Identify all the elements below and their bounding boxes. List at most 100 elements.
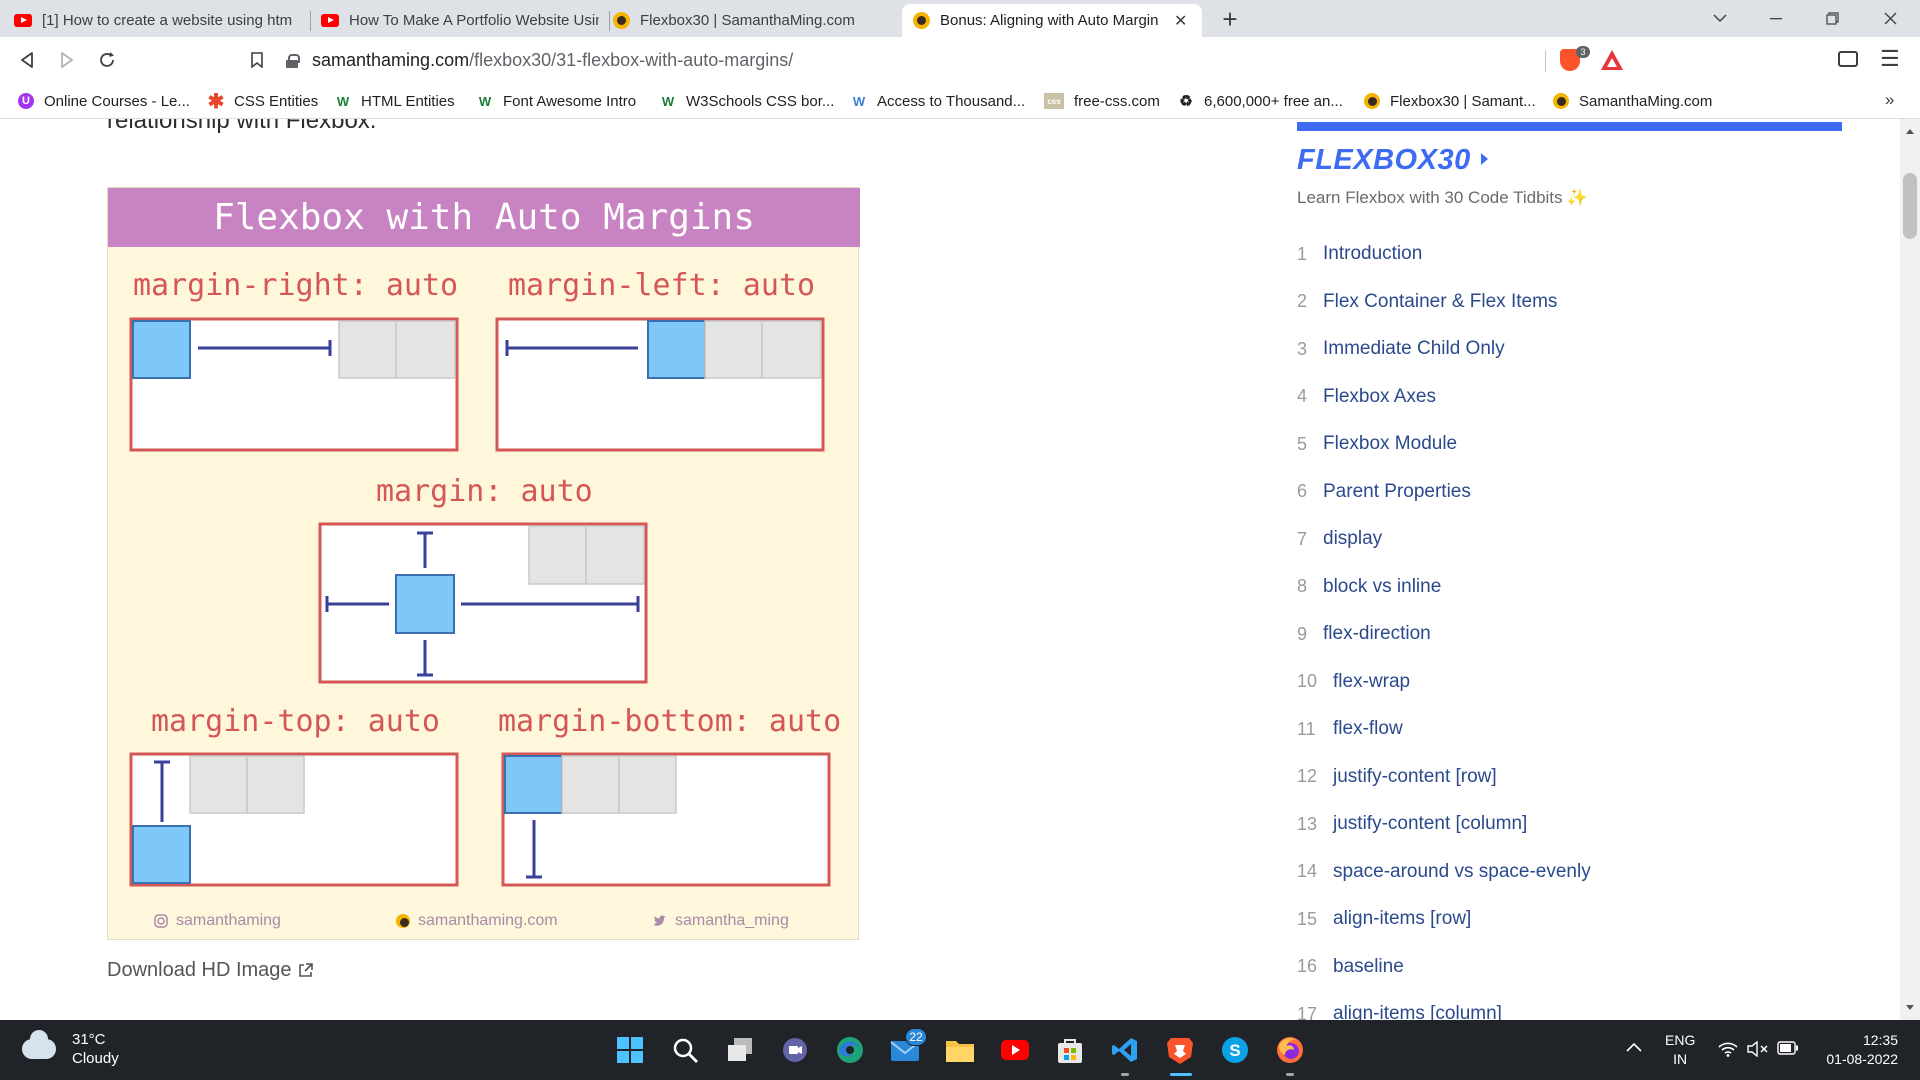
toc-item[interactable]: 6 Parent Properties [1297, 477, 1471, 507]
page-scrollbar[interactable] [1900, 119, 1920, 1020]
brave-browser-button[interactable] [1162, 1032, 1198, 1068]
download-label: Download HD Image [107, 959, 292, 981]
w3-icon: W [336, 93, 350, 109]
bookmarks-bar: U Online Courses - Le... ✱ CSS Entities … [0, 84, 1920, 119]
brave-rewards-icon[interactable] [1601, 50, 1623, 70]
instagram-handle: samanthaming [176, 912, 281, 929]
bookmark-item[interactable]: W W3Schools CSS bor... [660, 89, 835, 113]
minimize-button[interactable] [1748, 0, 1804, 37]
download-hd-image-link[interactable]: Download HD Image [107, 959, 313, 982]
recycle-icon: ♻ [1179, 93, 1193, 110]
close-window-button[interactable] [1862, 0, 1918, 37]
label-margin-left: margin-left: auto [508, 268, 816, 303]
toc-item[interactable]: 4 Flexbox Axes [1297, 382, 1436, 412]
bookmark-item[interactable]: W HTML Entities [335, 89, 455, 113]
tab-search-icon[interactable] [1692, 0, 1748, 37]
firefox-button[interactable] [1272, 1032, 1308, 1068]
scroll-up-arrow-icon[interactable] [1906, 129, 1914, 134]
task-view-button[interactable] [722, 1032, 758, 1068]
toc-label: flex-flow [1333, 718, 1403, 739]
wallet-icon[interactable] [1838, 51, 1858, 67]
bookmark-item[interactable]: ♻ 6,600,000+ free an... [1178, 89, 1343, 113]
vscode-button[interactable] [1107, 1032, 1143, 1068]
toc-item[interactable]: 14 space-around vs space-evenly [1297, 857, 1591, 887]
forward-button[interactable] [52, 45, 82, 75]
sidebar-subtitle-text: Learn Flexbox with 30 Code Tidbits [1297, 188, 1563, 207]
label-margin-bottom: margin-bottom: auto [498, 704, 842, 739]
store-button[interactable] [1052, 1032, 1088, 1068]
bookmark-label: SamanthaMing.com [1579, 92, 1713, 110]
weather-widget[interactable]: 31°C Cloudy [22, 1030, 119, 1068]
toc-number: 12 [1297, 766, 1318, 786]
scrollbar-thumb[interactable] [1903, 173, 1917, 239]
toc-label: block vs inline [1323, 575, 1442, 597]
toc-item[interactable]: 17 align-items [column] [1297, 999, 1502, 1020]
w3-icon: W [661, 93, 675, 109]
toc-item[interactable]: 7 display [1297, 524, 1382, 554]
bookmark-label: Font Awesome Intro [503, 92, 637, 110]
bookmark-item[interactable]: SamanthaMing.com [1553, 89, 1712, 113]
volume-muted-icon[interactable] [1747, 1040, 1769, 1062]
store-icon [1058, 1039, 1082, 1063]
address-bar[interactable]: samanthaming.com/flexbox30/31-flexbox-wi… [286, 44, 1632, 77]
tab-4-active[interactable]: Bonus: Aligning with Auto Margin ✕ [902, 4, 1202, 37]
file-explorer-button[interactable] [942, 1032, 978, 1068]
twitter-icon [654, 915, 666, 926]
toc-item[interactable]: 5 Flexbox Module [1297, 429, 1457, 459]
bookmark-item[interactable]: W Access to Thousand... [851, 89, 1025, 113]
start-button[interactable] [612, 1032, 648, 1068]
bookmark-icon[interactable] [242, 45, 272, 75]
menu-icon[interactable]: ☰ [1880, 46, 1900, 72]
mail-button[interactable]: 22 [887, 1028, 927, 1068]
toc-label: Flex Container & Flex Items [1323, 290, 1558, 312]
toc-item[interactable]: 13 justify-content [column] [1297, 809, 1527, 839]
reload-button[interactable] [92, 45, 122, 75]
youtube-app-button[interactable] [997, 1032, 1033, 1068]
language-code: ENG [1665, 1032, 1696, 1048]
toc-item[interactable]: 10 flex-wrap [1297, 667, 1410, 697]
edge-button[interactable] [832, 1032, 868, 1068]
tab-3[interactable]: Flexbox30 | SamanthaMing.com [602, 4, 902, 37]
close-icon[interactable]: ✕ [1174, 11, 1187, 31]
toc-item[interactable]: 2 Flex Container & Flex Items [1297, 287, 1557, 317]
bookmark-item[interactable]: css free-css.com [1044, 89, 1160, 113]
bookmarks-overflow-button[interactable]: » [1885, 90, 1894, 110]
toc-item[interactable]: 12 justify-content [row] [1297, 762, 1497, 792]
toc-item[interactable]: 8 block vs inline [1297, 572, 1441, 602]
bookmark-label: Access to Thousand... [877, 92, 1026, 110]
toc-item[interactable]: 9 flex-direction [1297, 619, 1431, 649]
battery-icon[interactable] [1777, 1041, 1799, 1060]
youtube-icon [321, 12, 339, 30]
wifi-icon[interactable] [1718, 1041, 1738, 1062]
toc-item[interactable]: 16 baseline [1297, 952, 1404, 982]
bookmark-item[interactable]: Flexbox30 | Samant... [1364, 89, 1536, 113]
clock[interactable]: 12:35 01-08-2022 [1818, 1031, 1898, 1069]
clock-time: 12:35 [1862, 1032, 1898, 1048]
lock-icon[interactable] [286, 53, 300, 68]
bookmark-item[interactable]: U Online Courses - Le... [18, 89, 190, 113]
toc-item[interactable]: 1 Introduction [1297, 239, 1422, 269]
toc-item[interactable]: 3 Immediate Child Only [1297, 334, 1505, 364]
back-button[interactable] [12, 45, 42, 75]
toc-label: Immediate Child Only [1323, 338, 1505, 359]
language-indicator[interactable]: ENG IN [1665, 1031, 1695, 1069]
tab-1[interactable]: [1] How to create a website using htm [4, 4, 310, 37]
skype-button[interactable]: S [1217, 1032, 1253, 1068]
scroll-down-arrow-icon[interactable] [1906, 1005, 1914, 1010]
search-button[interactable] [667, 1032, 703, 1068]
teams-chat-button[interactable] [777, 1032, 813, 1068]
bookmark-label: free-css.com [1074, 92, 1160, 110]
url-text[interactable]: samanthaming.com/flexbox30/31-flexbox-wi… [312, 50, 793, 71]
samanthaming-icon [612, 12, 630, 30]
bookmark-item[interactable]: ✱ CSS Entities [208, 89, 319, 113]
toc-item[interactable]: 15 align-items [row] [1297, 904, 1471, 934]
bookmark-item[interactable]: W Font Awesome Intro [477, 89, 636, 113]
chevron-up-icon[interactable] [1626, 1038, 1642, 1057]
restore-button[interactable] [1804, 0, 1860, 37]
sidebar-title[interactable]: FLEXBOX30 [1297, 144, 1471, 177]
new-tab-button[interactable]: + [1215, 4, 1245, 34]
tab-2[interactable]: How To Make A Portfolio Website Usin [311, 4, 609, 37]
instagram-icon [154, 914, 168, 928]
bookmark-label: CSS Entities [234, 92, 319, 110]
toc-item[interactable]: 11 flex-flow [1297, 714, 1403, 744]
